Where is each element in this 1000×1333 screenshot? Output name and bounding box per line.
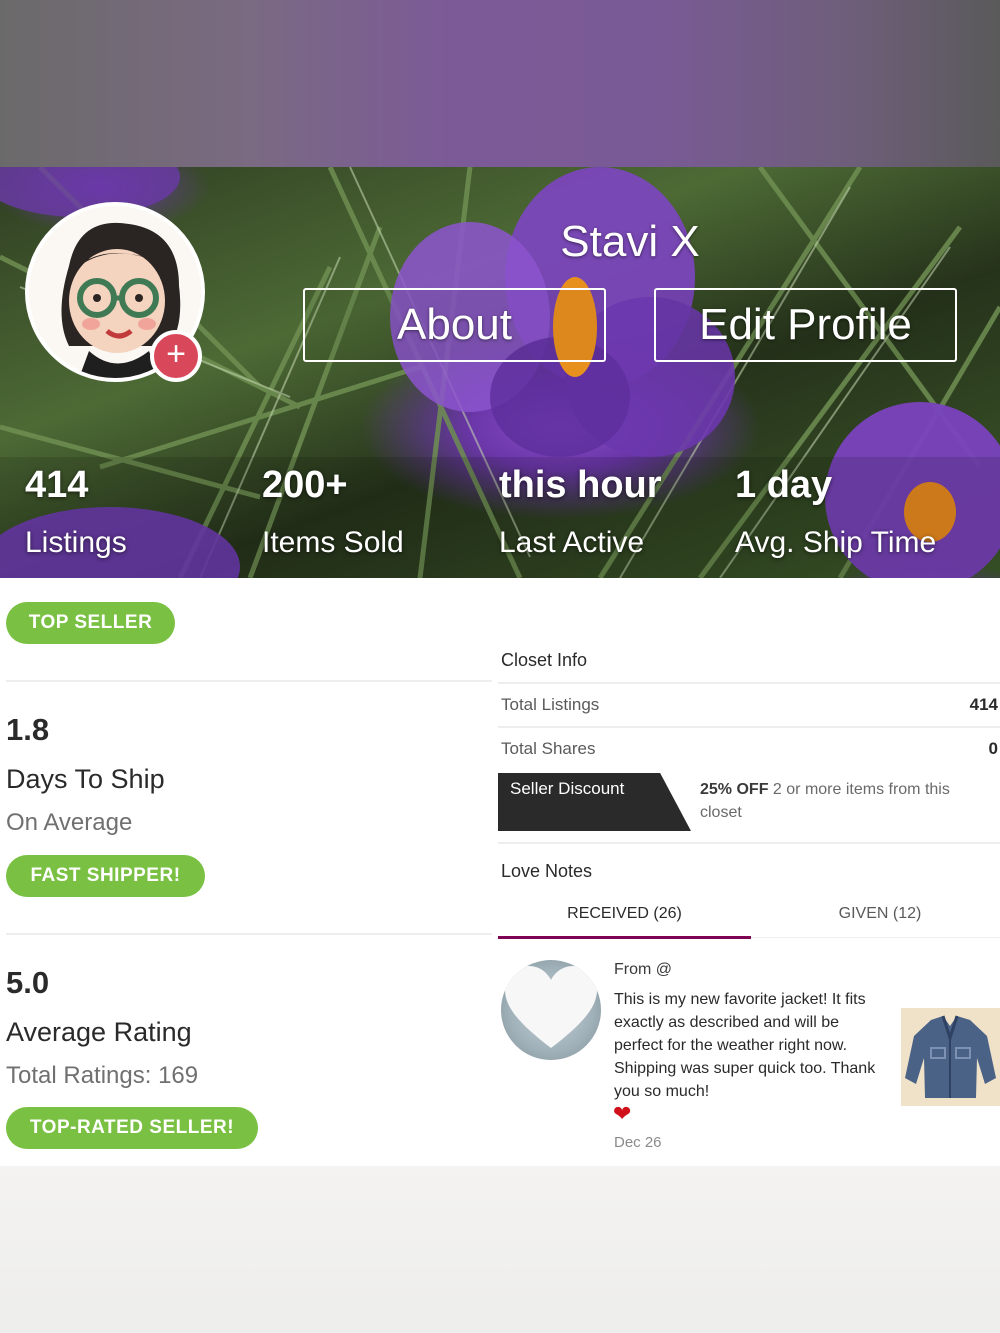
stat-last-active: this hour Last Active xyxy=(499,464,662,560)
listing-thumbnail[interactable] xyxy=(901,1008,1000,1106)
fast-shipper-badge: FAST SHIPPER! xyxy=(6,855,205,897)
stat-value: 200+ xyxy=(262,464,348,506)
stat-label: Items Sold xyxy=(262,526,404,559)
seller-discount-tag: Seller Discount xyxy=(498,773,691,831)
tab-given[interactable]: GIVEN (12) xyxy=(760,905,1000,923)
divider xyxy=(498,726,1000,728)
white-heart-icon xyxy=(505,966,597,1048)
stat-items-sold[interactable]: 200+ Items Sold xyxy=(262,464,404,560)
stat-value: 414 xyxy=(25,464,89,506)
stat-listings[interactable]: 414 Listings xyxy=(25,464,127,560)
store-name: Stavi X xyxy=(560,217,700,266)
divider xyxy=(498,682,1000,684)
days-to-ship-sub: On Average xyxy=(6,809,133,836)
profile-details: TOP SELLER 1.8 Days To Ship On Average F… xyxy=(0,578,1000,1166)
total-ratings: Total Ratings: 169 xyxy=(6,1062,199,1089)
divider xyxy=(6,933,492,935)
tab-received[interactable]: RECEIVED (26) xyxy=(498,905,751,923)
top-rated-seller-badge: TOP-RATED SELLER! xyxy=(6,1107,258,1149)
closet-info-title: Closet Info xyxy=(501,650,588,670)
active-tab-indicator xyxy=(498,936,751,939)
stat-value: this hour xyxy=(499,464,662,506)
note-date: Dec 26 xyxy=(614,1134,662,1151)
profile-header: + Stavi X About Edit Profile 414 Listing… xyxy=(0,167,1000,578)
days-to-ship-value: 1.8 xyxy=(6,712,50,747)
seller-discount-text: 25% OFF 2 or more items from this closet xyxy=(700,778,990,824)
divider xyxy=(6,680,492,682)
bottom-blurred-area xyxy=(0,1166,1000,1333)
top-seller-badge: TOP SELLER xyxy=(6,602,175,644)
denim-jacket-icon xyxy=(901,1008,1000,1106)
total-shares-value: 0 xyxy=(988,739,998,758)
total-shares-label: Total Shares xyxy=(501,739,596,758)
note-author-avatar[interactable] xyxy=(501,960,601,1060)
total-listings-value: 414 xyxy=(969,695,998,714)
total-listings-label: Total Listings xyxy=(501,695,600,714)
divider xyxy=(498,842,1000,844)
average-rating-title: Average Rating xyxy=(6,1017,192,1047)
heart-icon: ❤ xyxy=(613,1101,632,1126)
days-to-ship-title: Days To Ship xyxy=(6,764,165,794)
love-notes-title: Love Notes xyxy=(501,861,593,881)
note-body: This is my new favorite jacket! It fits … xyxy=(614,991,876,1100)
discount-amount: 25% OFF xyxy=(700,781,769,798)
stat-label: Listings xyxy=(25,526,127,559)
stat-value: 1 day xyxy=(735,464,833,506)
note-from[interactable]: From @ xyxy=(614,961,672,979)
edit-profile-button[interactable]: Edit Profile xyxy=(654,288,957,362)
stat-ship-time: 1 day Avg. Ship Time xyxy=(735,464,936,560)
average-rating-value: 5.0 xyxy=(6,965,50,1000)
about-button[interactable]: About xyxy=(303,288,606,362)
stat-label: Avg. Ship Time xyxy=(735,526,937,559)
top-blurred-banner xyxy=(0,0,1000,167)
stat-label: Last Active xyxy=(499,526,645,559)
add-photo-icon[interactable]: + xyxy=(150,330,202,382)
